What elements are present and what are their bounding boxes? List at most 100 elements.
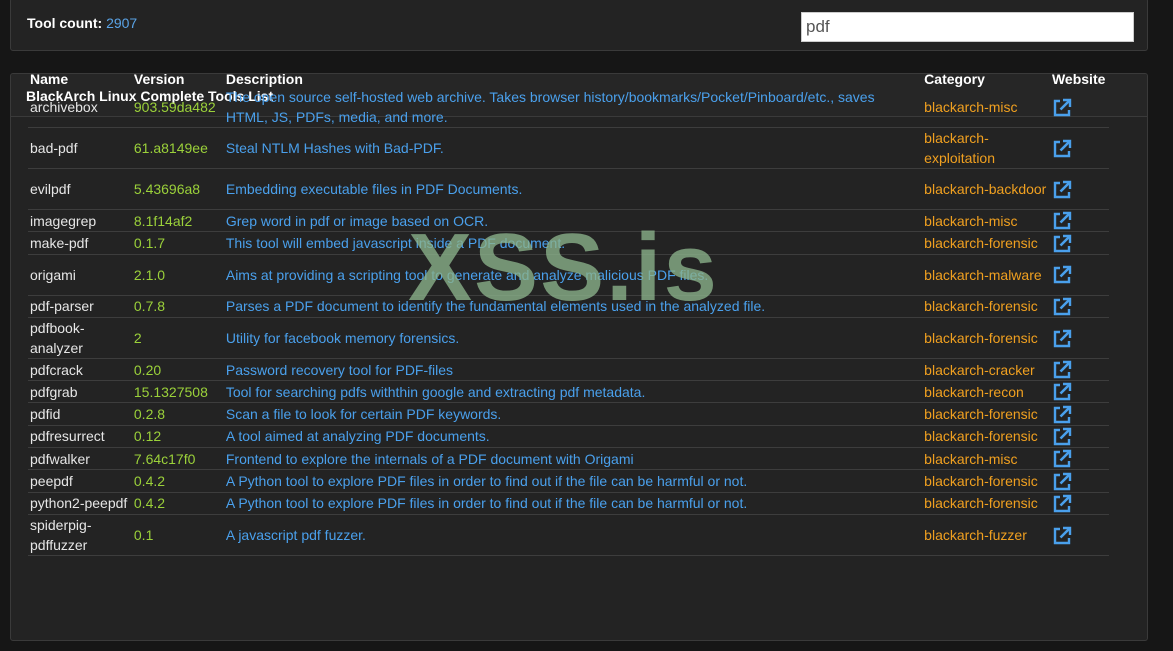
tool-name: python2-peepdf — [28, 492, 132, 515]
column-header-description[interactable]: Description — [224, 66, 922, 87]
tool-description[interactable]: Tool for searching pdfs withthin google … — [223, 380, 923, 404]
tool-name: archivebox — [28, 87, 132, 128]
external-link-icon[interactable] — [1052, 180, 1072, 200]
tool-website — [1049, 209, 1109, 233]
tool-count-value: 2907 — [106, 15, 138, 31]
tool-website — [1049, 358, 1109, 382]
tool-version: 0.4.2 — [131, 492, 224, 515]
tool-description[interactable]: Utility for facebook memory forensics. — [223, 317, 923, 359]
tool-website — [1049, 447, 1109, 471]
column-header-website[interactable]: Website — [1050, 66, 1109, 87]
tool-category[interactable]: blackarch-forensic — [922, 469, 1050, 493]
tool-description[interactable]: A javascript pdf fuzzer. — [223, 514, 923, 556]
tool-category[interactable]: blackarch-misc — [922, 209, 1050, 233]
external-link-icon[interactable] — [1052, 449, 1072, 469]
table-row: make-pdf 0.1.7 This tool will embed java… — [28, 231, 1109, 255]
tool-category[interactable]: blackarch-backdoor — [922, 168, 1050, 210]
table-row: bad-pdf 61.a8149ee Steal NTLM Hashes wit… — [28, 127, 1109, 169]
tool-category[interactable]: blackarch-forensic — [922, 492, 1050, 515]
tool-category[interactable]: blackarch-forensic — [922, 402, 1050, 426]
external-link-icon[interactable] — [1052, 494, 1072, 514]
tool-version: 5.43696a8 — [131, 168, 224, 210]
external-link-icon[interactable] — [1052, 265, 1072, 285]
tool-count: Tool count: 2907 — [27, 15, 137, 31]
external-link-icon[interactable] — [1052, 360, 1072, 380]
tool-website — [1049, 254, 1109, 296]
tool-category[interactable]: blackarch-malware — [922, 254, 1050, 296]
tool-name: evilpdf — [28, 168, 132, 210]
tool-count-panel: Tool count: 2907 — [10, 0, 1148, 51]
external-link-icon[interactable] — [1052, 472, 1072, 492]
tool-version: 0.4.2 — [131, 469, 224, 493]
external-link-icon[interactable] — [1052, 526, 1072, 546]
tool-name: pdf-parser — [28, 295, 132, 318]
tool-version: 2.1.0 — [131, 254, 224, 296]
external-link-icon[interactable] — [1052, 211, 1072, 231]
search-input[interactable] — [801, 12, 1134, 42]
tool-description[interactable]: Password recovery tool for PDF-files — [223, 358, 923, 382]
tool-category[interactable]: blackarch-forensic — [922, 425, 1050, 449]
tool-description[interactable]: Parses a PDF document to identify the fu… — [223, 295, 923, 318]
tool-description[interactable]: Aims at providing a scripting tool to ge… — [223, 254, 923, 296]
tool-name: imagegrep — [28, 209, 132, 233]
external-link-icon[interactable] — [1052, 297, 1072, 317]
tool-version: 8.1f14af2 — [131, 209, 224, 233]
table-row: python2-peepdf 0.4.2 A Python tool to ex… — [28, 492, 1109, 515]
tool-description[interactable]: A tool aimed at analyzing PDF documents. — [223, 425, 923, 449]
table-row: pdfcrack 0.20 Password recovery tool for… — [28, 358, 1109, 382]
tool-category[interactable]: blackarch-fuzzer — [922, 514, 1050, 556]
tool-website — [1049, 402, 1109, 426]
tool-version: 0.1.7 — [131, 231, 224, 255]
tool-description[interactable]: The open source self-hosted web archive.… — [223, 87, 923, 128]
tool-description[interactable]: Grep word in pdf or image based on OCR. — [223, 209, 923, 233]
tool-description[interactable]: Scan a file to look for certain PDF keyw… — [223, 402, 923, 426]
column-header-version[interactable]: Version — [132, 66, 224, 87]
external-link-icon[interactable] — [1052, 405, 1072, 425]
tool-version: 61.a8149ee — [131, 127, 224, 169]
tools-table: Name Version Description Category Websit… — [28, 66, 1109, 556]
column-header-category[interactable]: Category — [922, 66, 1050, 87]
tool-description[interactable]: A Python tool to explore PDF files in or… — [223, 469, 923, 493]
tool-description[interactable]: Steal NTLM Hashes with Bad-PDF. — [223, 127, 923, 169]
tool-name: make-pdf — [28, 231, 132, 255]
tool-description[interactable]: A Python tool to explore PDF files in or… — [223, 492, 923, 515]
tool-category[interactable]: blackarch-forensic — [922, 231, 1050, 255]
tool-category[interactable]: blackarch-cracker — [922, 358, 1050, 382]
external-link-icon[interactable] — [1052, 329, 1072, 349]
tool-category[interactable]: blackarch-recon — [922, 380, 1050, 404]
external-link-icon[interactable] — [1052, 139, 1072, 159]
external-link-icon[interactable] — [1052, 427, 1072, 447]
tool-description[interactable]: This tool will embed javascript inside a… — [223, 231, 923, 255]
external-link-icon[interactable] — [1052, 234, 1072, 254]
tool-version: 903.59da482 — [131, 87, 224, 128]
column-header-name[interactable]: Name — [28, 66, 132, 87]
tool-category[interactable]: blackarch-forensic — [922, 317, 1050, 359]
tool-name: bad-pdf — [28, 127, 132, 169]
tool-website — [1049, 87, 1109, 128]
table-row: pdfbook-analyzer 2 Utility for facebook … — [28, 317, 1109, 359]
external-link-icon[interactable] — [1052, 382, 1072, 402]
tool-name: peepdf — [28, 469, 132, 493]
tool-description[interactable]: Frontend to explore the internals of a P… — [223, 447, 923, 471]
table-row: pdfgrab 15.1327508 Tool for searching pd… — [28, 380, 1109, 404]
table-row: archivebox 903.59da482 The open source s… — [28, 87, 1109, 128]
tools-table-body: archivebox 903.59da482 The open source s… — [28, 87, 1109, 556]
tool-version: 0.2.8 — [131, 402, 224, 426]
table-row: imagegrep 8.1f14af2 Grep word in pdf or … — [28, 209, 1109, 233]
tool-category[interactable]: blackarch-forensic — [922, 295, 1050, 318]
tool-website — [1049, 425, 1109, 449]
tool-name: pdfcrack — [28, 358, 132, 382]
table-row: evilpdf 5.43696a8 Embedding executable f… — [28, 168, 1109, 210]
tool-version: 15.1327508 — [131, 380, 224, 404]
tool-category[interactable]: blackarch-exploitation — [922, 127, 1050, 169]
tool-website — [1049, 469, 1109, 493]
tool-category[interactable]: blackarch-misc — [922, 447, 1050, 471]
tool-name: pdfid — [28, 402, 132, 426]
tool-version: 0.1 — [131, 514, 224, 556]
tool-name: pdfgrab — [28, 380, 132, 404]
tool-website — [1049, 514, 1109, 556]
tool-description[interactable]: Embedding executable files in PDF Docume… — [223, 168, 923, 210]
external-link-icon[interactable] — [1052, 98, 1072, 118]
tool-category[interactable]: blackarch-misc — [922, 87, 1050, 128]
tool-name: spiderpig-pdffuzzer — [28, 514, 132, 556]
